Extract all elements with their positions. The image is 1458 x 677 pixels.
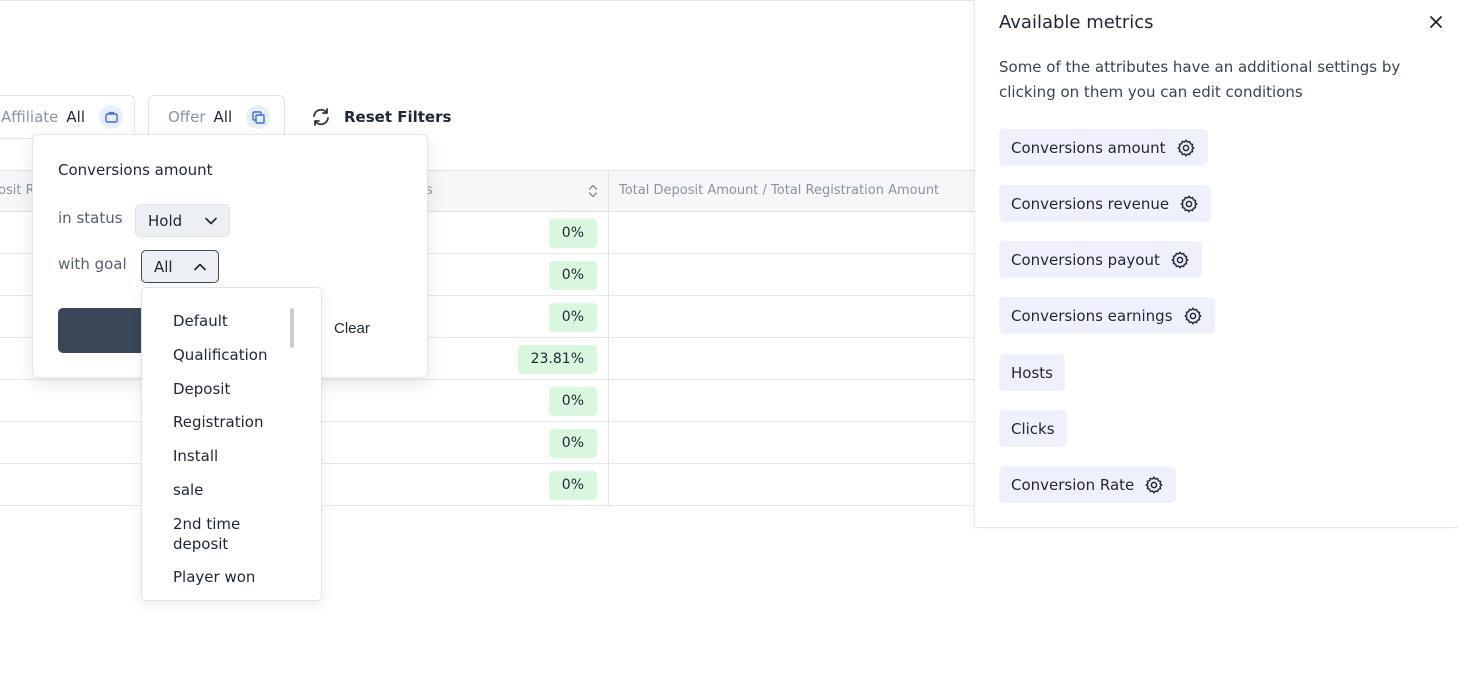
gear-icon[interactable]	[1170, 250, 1190, 270]
close-icon[interactable]	[1427, 13, 1445, 31]
panel-description: Some of the attributes have an additiona…	[999, 58, 1401, 101]
goal-option-qualification[interactable]: Qualification	[173, 345, 293, 365]
goal-select-value: All	[154, 257, 173, 276]
goal-select[interactable]: All	[141, 250, 219, 283]
reset-filters-button[interactable]: Reset Filters	[310, 105, 451, 129]
offer-filter-key: Offer	[168, 108, 206, 126]
metric-hosts[interactable]: Hosts	[999, 354, 1065, 391]
gear-icon[interactable]	[1144, 475, 1164, 495]
goal-option-2nd-time-deposit[interactable]: 2nd time deposit	[173, 514, 263, 554]
briefcase-icon[interactable]	[99, 105, 124, 129]
column-header-deposit-rate[interactable]: osit R	[0, 183, 35, 198]
offer-filter-value: All	[213, 108, 233, 126]
column-header-deposit-registration-ratio[interactable]: Total Deposit Amount / Total Registratio…	[619, 183, 939, 198]
reset-filters-label: Reset Filters	[344, 108, 452, 126]
metric-conversions-amount[interactable]: Conversions amount	[999, 129, 1208, 166]
rate-badge: 0%	[548, 429, 597, 458]
metric-label: Clicks	[1011, 419, 1055, 438]
metric-clicks[interactable]: Clicks	[999, 410, 1067, 447]
goal-option-install[interactable]: Install	[173, 446, 293, 466]
sort-icon[interactable]	[586, 182, 600, 200]
status-select[interactable]: Hold	[135, 204, 230, 237]
metric-label: Conversions payout	[1011, 250, 1160, 269]
goal-option-registration[interactable]: Registration	[173, 412, 293, 432]
refresh-icon	[313, 108, 329, 126]
goal-option-player-won[interactable]: Player won	[173, 567, 293, 587]
metric-conversions-payout[interactable]: Conversions payout	[999, 241, 1202, 278]
metric-label: Conversions amount	[1011, 138, 1166, 157]
top-divider	[0, 0, 975, 1]
metric-label: Conversion Rate	[1011, 475, 1135, 494]
goal-label: with goal	[58, 255, 127, 273]
metric-conversions-earnings[interactable]: Conversions earnings	[999, 297, 1215, 334]
panel-title: Available metrics	[999, 12, 1154, 33]
metric-label: Hosts	[1011, 363, 1053, 382]
popover-title: Conversions amount	[58, 161, 213, 179]
goal-option-sale[interactable]: sale	[173, 480, 293, 500]
copy-icon[interactable]	[246, 105, 271, 129]
rate-badge: 0%	[548, 261, 597, 290]
chevron-down-icon	[205, 217, 217, 224]
rate-badge: 0%	[548, 387, 597, 416]
goal-dropdown-list[interactable]: Default Qualification Deposit Registrati…	[141, 287, 322, 601]
rate-badge: 0%	[548, 219, 597, 248]
column-divider	[608, 170, 609, 507]
affiliate-filter-value: All	[66, 108, 86, 126]
gear-icon[interactable]	[1183, 306, 1203, 326]
clear-button[interactable]: Clear	[334, 320, 370, 337]
rate-badge: 0%	[548, 303, 597, 332]
rate-badge: 23.81%	[517, 345, 597, 374]
metric-conversion-rate[interactable]: Conversion Rate	[999, 466, 1177, 503]
offer-filter[interactable]: Offer All	[148, 95, 285, 139]
status-label: in status	[58, 209, 123, 227]
gear-icon[interactable]	[1179, 194, 1199, 214]
affiliate-filter-key: Affiliate	[1, 108, 59, 126]
affiliate-filter[interactable]: Affiliate All	[0, 95, 135, 139]
gear-icon[interactable]	[1176, 138, 1196, 158]
metric-label: Conversions revenue	[1011, 194, 1170, 213]
goal-option-deposit[interactable]: Deposit	[173, 379, 293, 399]
available-metrics-panel: Available metrics Some of the attributes…	[974, 0, 1458, 528]
metric-label: Conversions earnings	[1011, 306, 1173, 325]
rate-badge: 0%	[548, 471, 597, 500]
goal-option-default[interactable]: Default	[173, 311, 293, 331]
chevron-up-icon	[194, 263, 206, 270]
metric-conversions-revenue[interactable]: Conversions revenue	[999, 185, 1212, 222]
status-select-value: Hold	[148, 211, 183, 230]
